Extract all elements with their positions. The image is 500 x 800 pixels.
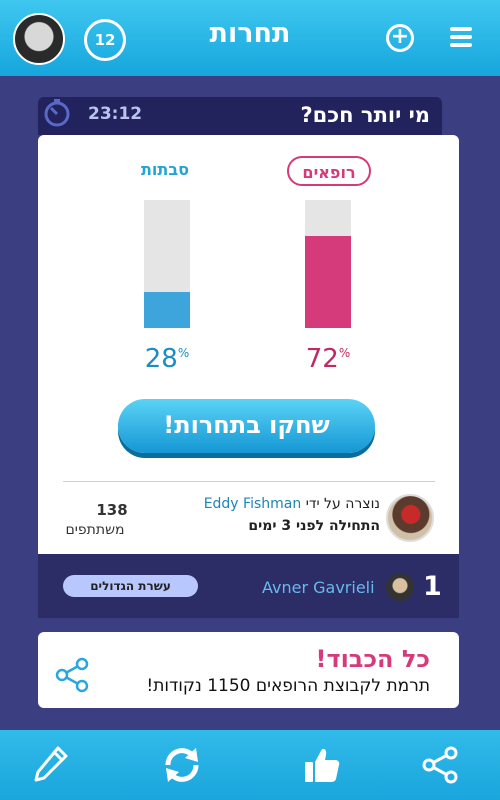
option-right-label[interactable]: רופאים (287, 156, 371, 186)
option-left-percent: 28% (144, 344, 190, 374)
option-left-label[interactable]: סבתות (120, 160, 210, 179)
notification-body: תרמת לקבוצת הרופאים 1150 נקודות! (146, 676, 430, 696)
creator-avatar[interactable] (386, 494, 434, 542)
question-text: מי יותר חכם? (300, 103, 430, 127)
pencil-icon[interactable] (28, 743, 72, 787)
participants-count: 138 (96, 501, 128, 519)
participants-label: משתתפים (65, 522, 125, 538)
menu-icon[interactable] (450, 27, 472, 51)
option-left-bar (144, 200, 190, 328)
thumbs-up-icon[interactable] (300, 743, 344, 787)
play-competition-button[interactable]: שחקו בתחרות! (118, 399, 375, 453)
timer-value: 23:12 (88, 104, 143, 124)
leader-rank: 1 (423, 571, 442, 602)
share-icon[interactable] (53, 656, 91, 694)
leader-avatar[interactable] (386, 573, 414, 601)
leader-name[interactable]: Avner Gavrieli (262, 578, 375, 597)
created-by-text: נוצרה על ידי Eddy Fishman (203, 496, 380, 512)
top-ten-button[interactable]: עשרת הגדולים (63, 575, 198, 597)
option-left-bar-fill (144, 292, 190, 328)
started-text: התחילה לפני 3 ימים (248, 518, 380, 534)
refresh-icon[interactable] (160, 743, 204, 787)
creator-name[interactable]: Eddy Fishman (204, 496, 302, 512)
notification-title: כל הכבוד! (315, 645, 430, 673)
level-badge: 12 (84, 19, 126, 61)
page-title: תחרות (209, 18, 291, 49)
option-right-bar (305, 200, 351, 328)
share-icon[interactable] (418, 743, 462, 787)
poll-card (38, 135, 459, 554)
option-right-percent: 72% (305, 344, 351, 374)
option-right-bar-fill (305, 235, 351, 328)
user-avatar[interactable] (13, 13, 65, 65)
add-button[interactable]: + (386, 24, 414, 52)
divider (63, 481, 435, 482)
stopwatch-icon (44, 99, 70, 127)
